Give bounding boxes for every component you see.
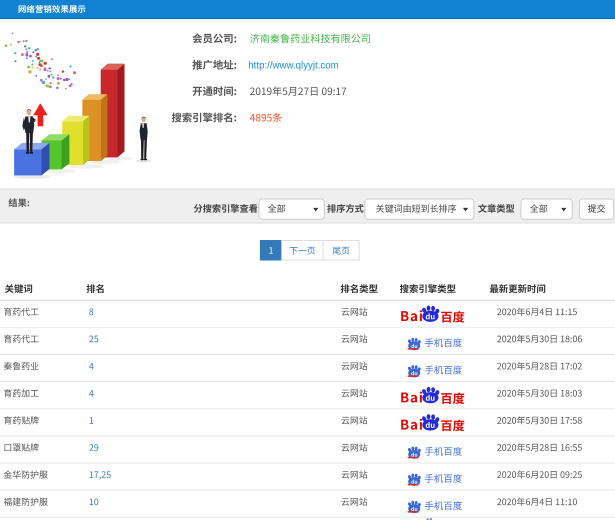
svg-text:http://www.qlyyjt.com: http://www.qlyyjt.com xyxy=(248,61,338,72)
